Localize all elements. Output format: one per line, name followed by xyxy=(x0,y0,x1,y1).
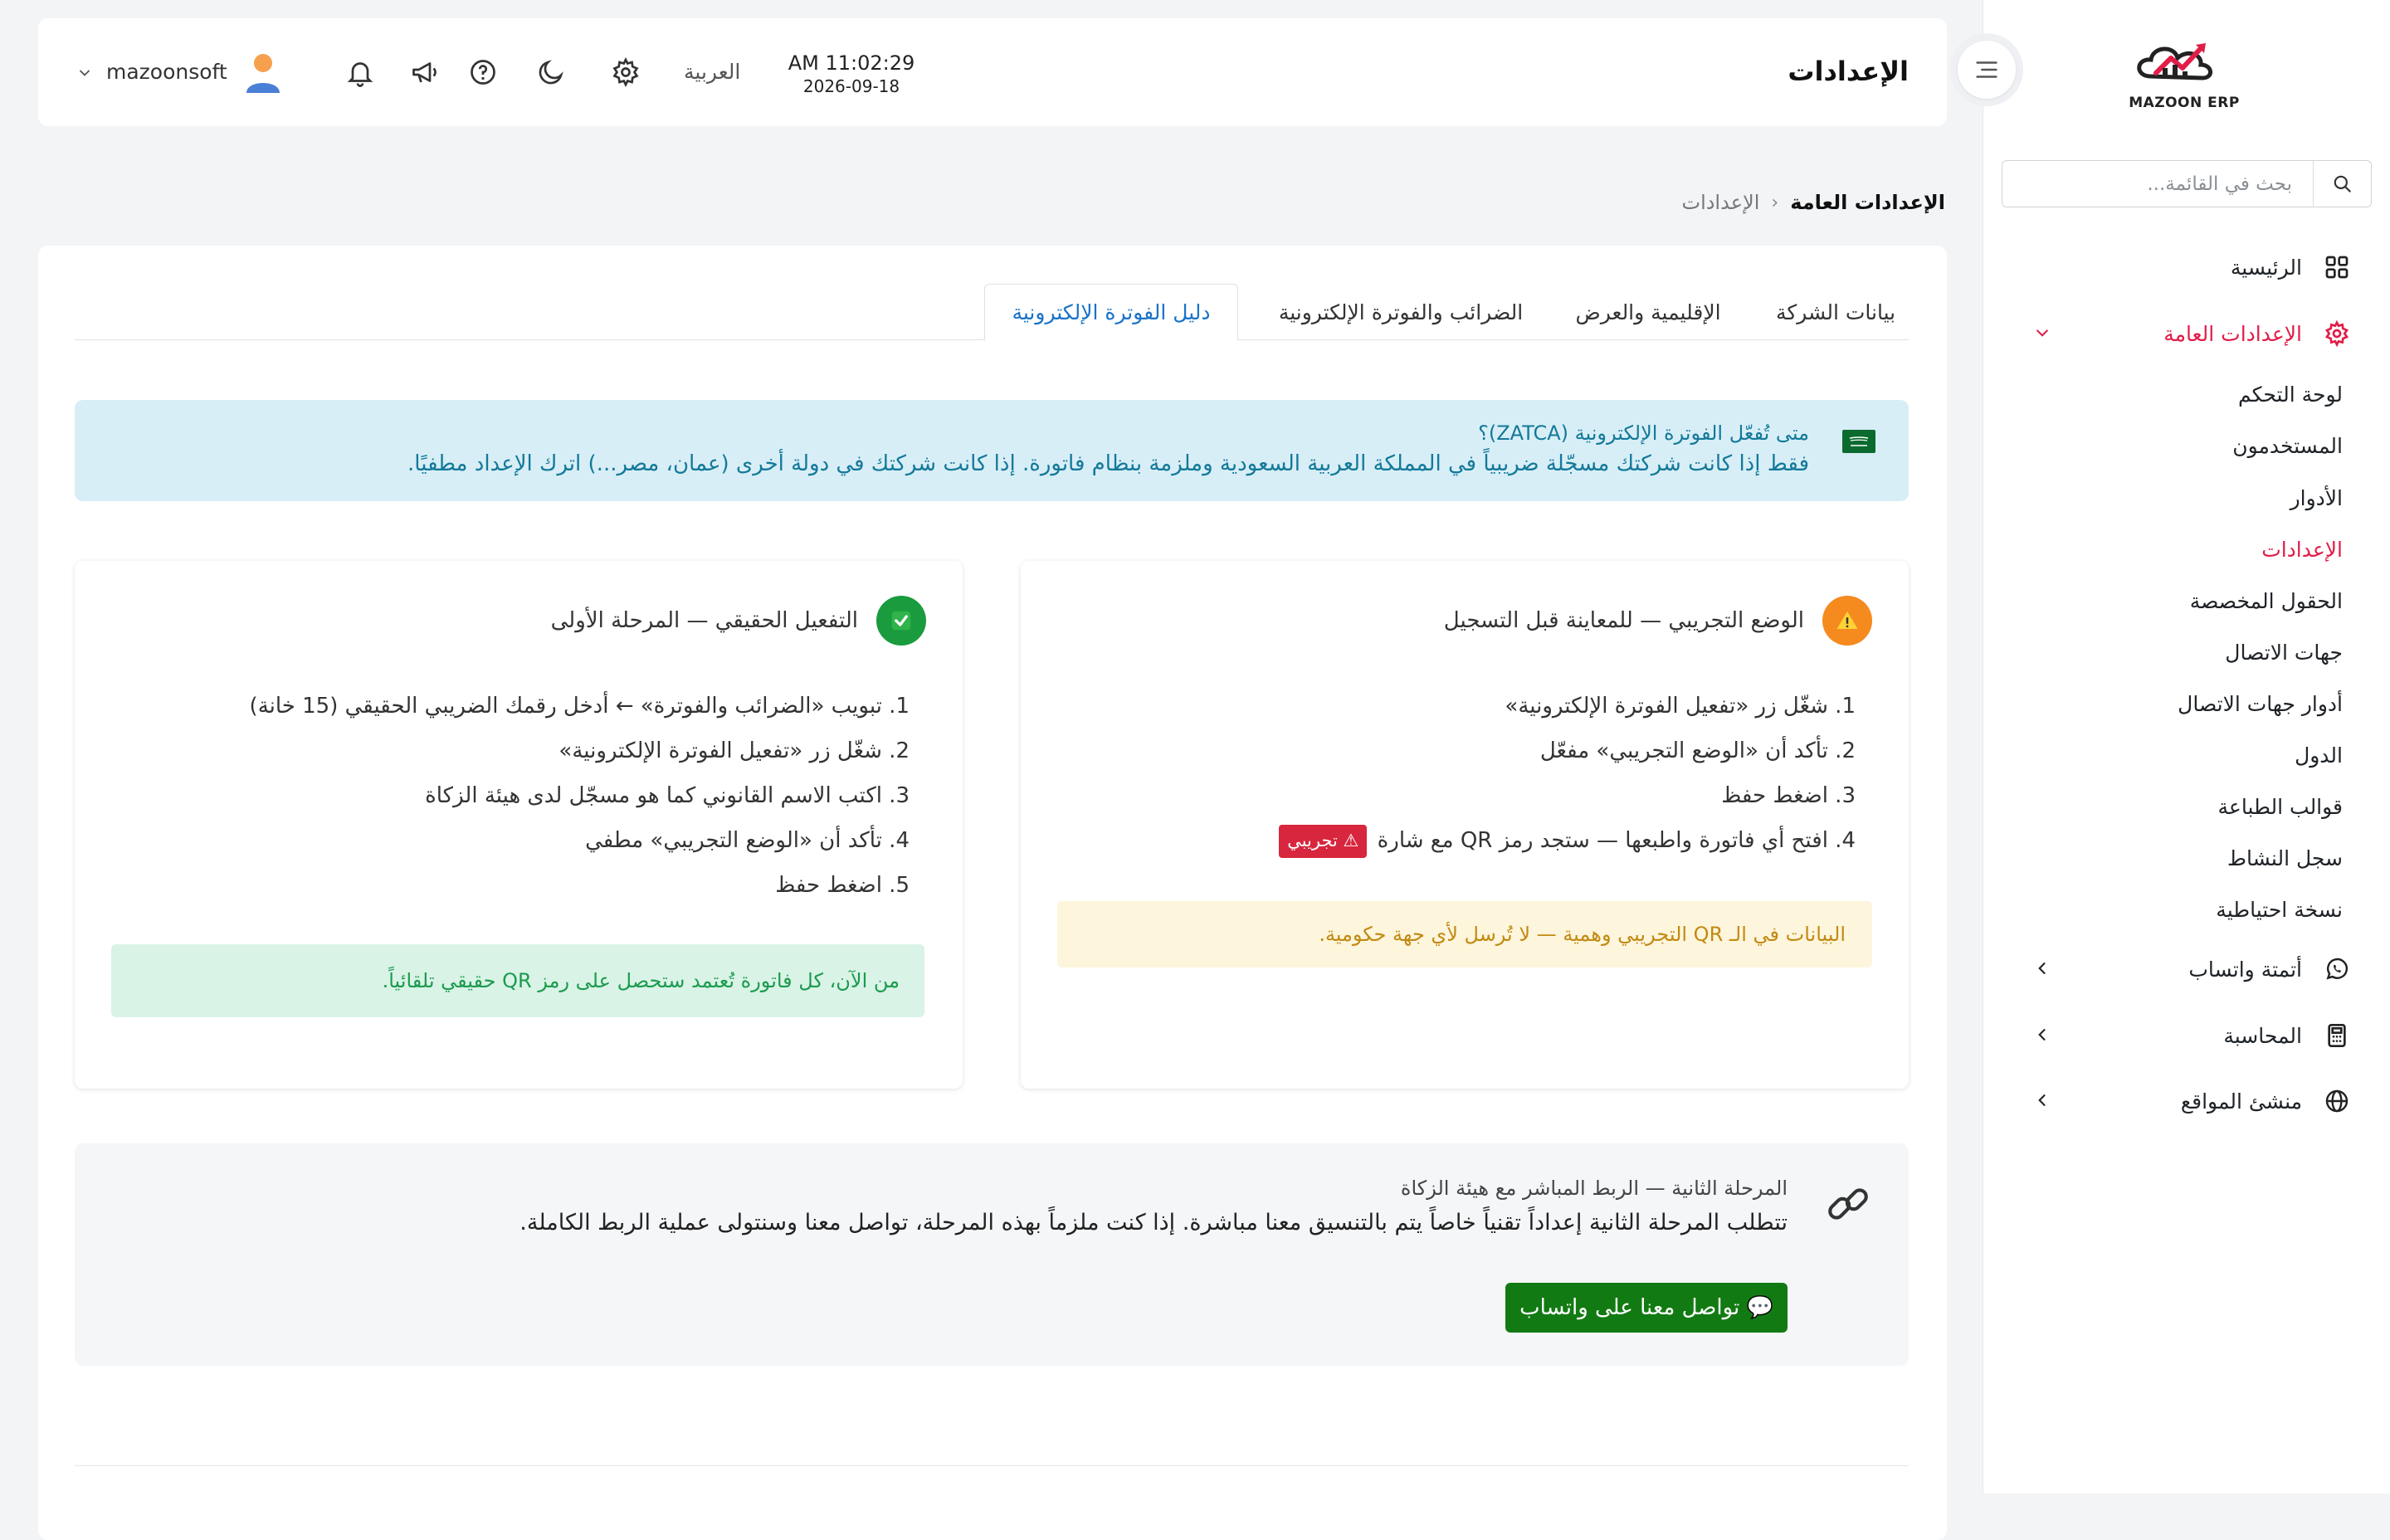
sidebar-subitem-countries[interactable]: الدول xyxy=(2295,738,2343,772)
check-icon xyxy=(876,596,926,646)
step-item: 3. اكتب الاسم القانوني كما هو مسجّل لدى … xyxy=(425,783,910,808)
globe-icon xyxy=(2320,1084,2353,1118)
warning-icon xyxy=(1822,596,1872,646)
sidebar-subitem-settings[interactable]: الإعدادات xyxy=(2261,533,2343,566)
phase2-section: المرحلة الثانية — الربط المباشر مع هيئة … xyxy=(75,1143,1909,1366)
megaphone-icon[interactable] xyxy=(407,54,443,90)
language-switch[interactable]: العربية xyxy=(684,60,740,84)
test-mode-panel: الوضع التجريبي — للمعاينة قبل التسجيل 1.… xyxy=(1021,561,1909,1089)
phase2-body: تتطلب المرحلة الثانية إعداداً تقنياً خاص… xyxy=(519,1210,1788,1235)
step-text: 4. افتح أي فاتورة واطبعها — ستجد رمز QR … xyxy=(1377,828,1856,853)
breadcrumb-link[interactable]: الإعدادات xyxy=(1681,191,1759,214)
help-icon[interactable] xyxy=(465,54,501,90)
menu-search xyxy=(2002,160,2372,207)
search-icon xyxy=(2334,175,2351,192)
test-mode-title: الوضع التجريبي — للمعاينة قبل التسجيل xyxy=(1443,608,1804,633)
info-banner-title: متى تُفعّل الفوترة الإلكترونية (ZATCA)؟ xyxy=(1478,422,1809,445)
sidebar: MAZOON ERP الرئيسية الإعدادات العامة لوح… xyxy=(1983,0,2390,1494)
tab-tax-einvoicing[interactable]: الضرائب والفوترة الإلكترونية xyxy=(1268,284,1534,340)
tab-einvoicing-guide[interactable]: دليل الفوترة الإلكترونية xyxy=(984,284,1238,341)
chevron-down-icon[interactable] xyxy=(76,65,93,81)
logo-mark-icon xyxy=(2137,43,2212,80)
breadcrumb: الإعدادات العامة ‹ الإعدادات xyxy=(1681,191,1945,214)
phase2-title: المرحلة الثانية — الربط المباشر مع هيئة … xyxy=(1400,1177,1788,1200)
sidebar-subitem-contacts[interactable]: جهات الاتصال xyxy=(2225,636,2343,669)
sidebar-item-whatsapp-automation[interactable]: أتمتة واتساب xyxy=(2005,949,2353,989)
breadcrumb-current: الإعدادات العامة xyxy=(1790,191,1945,214)
brand-name: MAZOON ERP xyxy=(2129,95,2240,111)
step-item: 2. شغّل زر «تفعيل الفوترة الإلكترونية» xyxy=(558,738,910,763)
chevron-down-icon xyxy=(2030,320,2055,345)
brand-logo[interactable]: MAZOON ERP xyxy=(2126,35,2242,111)
chevron-left-icon xyxy=(2030,1022,2055,1047)
sidebar-item-home[interactable]: الرئيسية xyxy=(2005,247,2353,287)
sidebar-toggle-button[interactable] xyxy=(1950,33,2023,106)
link-icon xyxy=(1822,1178,1874,1230)
username[interactable]: mazoonsoft xyxy=(106,60,227,84)
sidebar-subitem-print-templates[interactable]: قوالب الطباعة xyxy=(2218,790,2343,823)
tab-regional-display[interactable]: الإقليمية والعرض xyxy=(1558,284,1738,340)
step-item: 2. تأكد أن «الوضع التجريبي» مفعّل xyxy=(1539,738,1856,763)
live-mode-success: من الآن، كل فاتورة تُعتمد ستحصل على رمز … xyxy=(111,944,924,1017)
sidebar-subitem-activity-log[interactable]: سجل النشاط xyxy=(2227,841,2343,875)
page-title: الإعدادات xyxy=(1788,56,1909,87)
step-item: 5. اضغط حفظ xyxy=(775,873,910,898)
live-mode-header: التفعيل الحقيقي — المرحلة الأولى xyxy=(551,596,926,646)
saudi-flag-icon xyxy=(1842,430,1875,453)
sidebar-subitem-contact-roles[interactable]: أدوار جهات الاتصال xyxy=(2178,687,2343,720)
sidebar-item-label: المحاسبة xyxy=(2223,1023,2302,1048)
step-item: 4. تأكد أن «الوضع التجريبي» مطفي xyxy=(585,828,910,853)
grid-icon xyxy=(2320,251,2353,284)
step-item: 4. افتح أي فاتورة واطبعها — ستجد رمز QR … xyxy=(1279,818,1856,863)
info-banner-body: فقط إذا كانت شركتك مسجّلة ضريبياً في الم… xyxy=(407,451,1809,476)
sidebar-item-website-builder[interactable]: منشئ المواقع xyxy=(2005,1081,2353,1121)
sidebar-item-label: منشئ المواقع xyxy=(2180,1089,2302,1114)
sidebar-subitem-roles[interactable]: الأدوار xyxy=(2290,481,2343,514)
breadcrumb-separator: ‹ xyxy=(1771,192,1779,213)
test-mode-header: الوضع التجريبي — للمعاينة قبل التسجيل xyxy=(1444,596,1872,646)
test-badge: ⚠ تجريبي xyxy=(1279,824,1368,858)
next-section-divider xyxy=(75,1465,1909,1499)
search-input[interactable] xyxy=(2018,161,2292,207)
chevron-left-icon xyxy=(2030,956,2055,981)
clock: AM 11:02:29 2026-09-18 xyxy=(785,51,918,96)
whatsapp-icon xyxy=(2320,953,2353,986)
test-mode-warning: البيانات في الـ QR التجريبي وهمية — لا ت… xyxy=(1057,901,1872,967)
tab-bar: بيانات الشركة الإقليمية والعرض الضرائب و… xyxy=(75,284,1909,341)
settings-gear-icon[interactable] xyxy=(607,54,644,90)
clock-time: AM 11:02:29 xyxy=(788,51,915,75)
contact-whatsapp-button[interactable]: 💬 تواصل معنا على واتساب xyxy=(1505,1283,1788,1333)
live-mode-panel: التفعيل الحقيقي — المرحلة الأولى 1. تبوي… xyxy=(75,561,963,1089)
sidebar-subitem-users[interactable]: المستخدمون xyxy=(2232,429,2343,462)
sidebar-item-label: الإعدادات العامة xyxy=(2163,321,2302,346)
sidebar-item-label: أتمتة واتساب xyxy=(2188,957,2302,982)
sidebar-item-label: الرئيسية xyxy=(2230,255,2302,280)
search-button[interactable] xyxy=(2313,161,2371,207)
chevron-left-icon xyxy=(2030,1088,2055,1113)
step-item: 3. اضغط حفظ xyxy=(1721,783,1856,808)
gear-icon xyxy=(2320,317,2353,350)
calculator-icon xyxy=(2320,1019,2353,1052)
sidebar-item-general-settings[interactable]: الإعدادات العامة xyxy=(2005,314,2353,353)
avatar[interactable] xyxy=(244,51,282,95)
sidebar-subitem-backup[interactable]: نسخة احتياطية xyxy=(2216,893,2343,926)
clock-date: 2026-09-18 xyxy=(802,76,900,96)
moon-icon[interactable] xyxy=(533,54,569,90)
tab-company-data[interactable]: بيانات الشركة xyxy=(1763,284,1909,340)
menu-icon xyxy=(1976,61,1997,78)
step-item: 1. تبويب «الضرائب والفوترة» ← أدخل رقمك … xyxy=(249,694,910,719)
settings-card: بيانات الشركة الإقليمية والعرض الضرائب و… xyxy=(38,246,1947,1540)
sidebar-subitem-custom-fields[interactable]: الحقول المخصصة xyxy=(2190,584,2343,617)
step-item: 1. شغّل زر «تفعيل الفوترة الإلكترونية» xyxy=(1505,694,1856,719)
bell-icon[interactable] xyxy=(342,54,378,90)
live-mode-steps: 1. تبويب «الضرائب والفوترة» ← أدخل رقمك … xyxy=(250,684,910,908)
zatca-info-banner: متى تُفعّل الفوترة الإلكترونية (ZATCA)؟ … xyxy=(75,400,1909,501)
test-mode-steps: 1. شغّل زر «تفعيل الفوترة الإلكترونية» 2… xyxy=(1279,684,1856,863)
live-mode-title: التفعيل الحقيقي — المرحلة الأولى xyxy=(550,608,858,633)
sidebar-subitem-dashboard[interactable]: لوحة التحكم xyxy=(2238,378,2343,411)
top-bar: الإعدادات AM 11:02:29 2026-09-18 العربية… xyxy=(38,18,1947,126)
sidebar-item-accounting[interactable]: المحاسبة xyxy=(2005,1016,2353,1055)
